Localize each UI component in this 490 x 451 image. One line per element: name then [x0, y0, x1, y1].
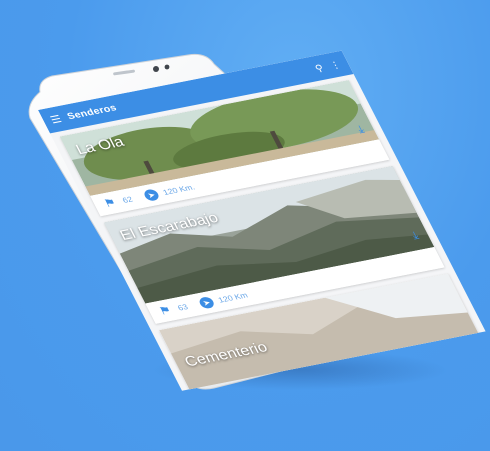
app-screen: ☰ Senderos ⚲ ⋮ La Ola ⤓ ⚑ 62 ➤ 120 Km. E… [38, 50, 486, 391]
hiker-icon: ⚑ [101, 195, 119, 210]
route-people: 63 [176, 302, 190, 313]
compass-icon: ➤ [142, 188, 161, 202]
route-people: 62 [120, 194, 135, 205]
hiker-icon: ⚑ [156, 303, 174, 318]
more-icon[interactable]: ⋮ [328, 59, 343, 70]
route-distance: 120 Km [216, 290, 250, 305]
compass-icon: ➤ [197, 295, 216, 310]
phone-mockup: ☰ Senderos ⚲ ⋮ La Ola ⤓ ⚑ 62 ➤ 120 Km. E… [0, 0, 490, 451]
route-distance: 120 Km. [161, 182, 197, 197]
app-title: Senderos [65, 102, 119, 122]
search-icon[interactable]: ⚲ [313, 62, 325, 74]
